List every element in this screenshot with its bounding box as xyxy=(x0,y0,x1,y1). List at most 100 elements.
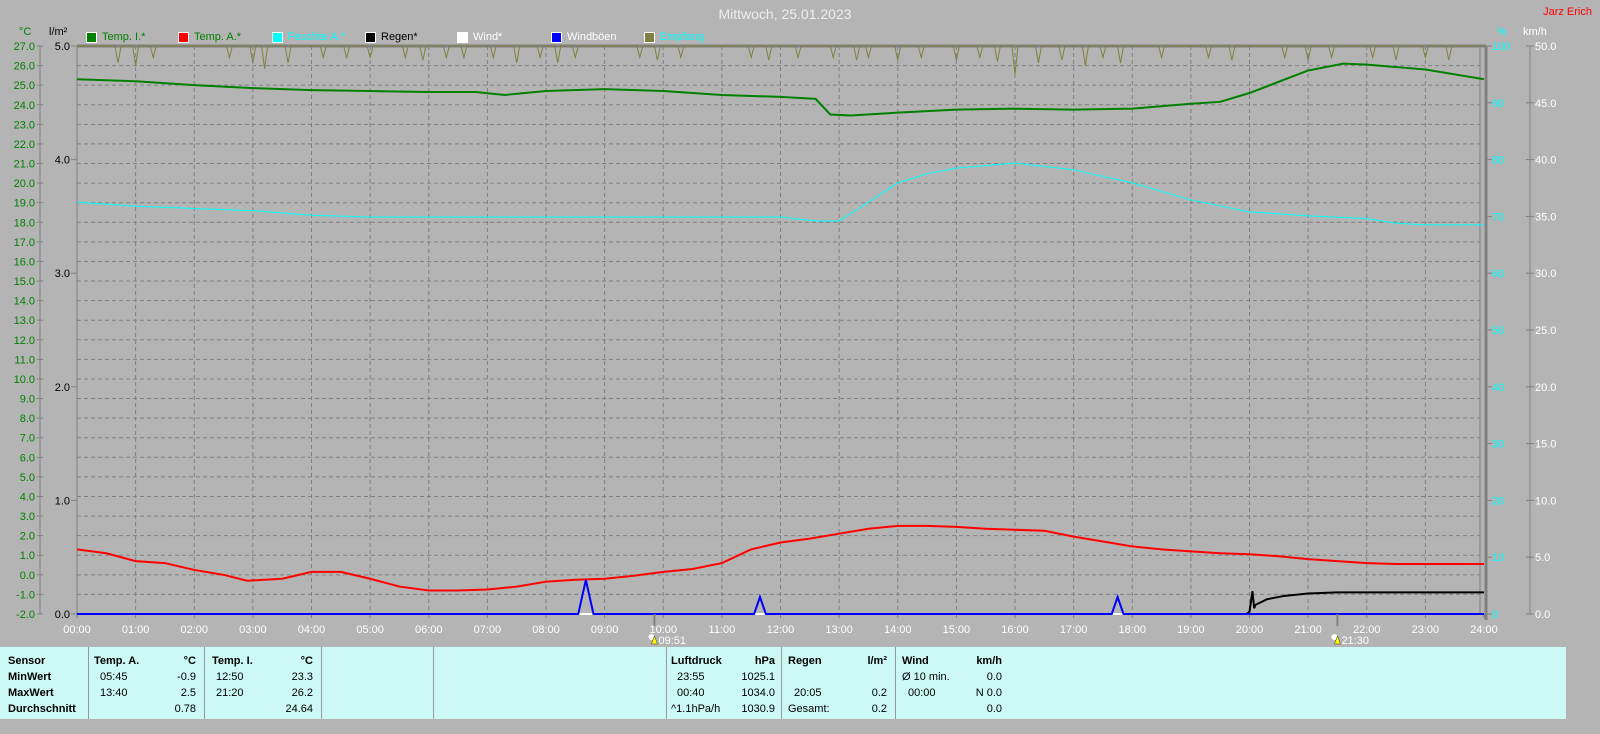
humidity-tick-label: 10 xyxy=(1492,552,1504,564)
wind-tick-label: 10.0 xyxy=(1535,495,1556,507)
temp-tick-label: 9.0 xyxy=(20,394,35,406)
wind-avg: 0.0 xyxy=(986,671,1002,683)
rain-tick-label: 4.0 xyxy=(55,155,70,167)
wind-avg-day: 0.0 xyxy=(986,703,1002,715)
th-temp-a: Temp. A. xyxy=(94,655,140,667)
temp-tick-label: 23.0 xyxy=(14,119,35,131)
regen-total: 0.2 xyxy=(871,703,887,715)
th-sensor: Sensor xyxy=(8,655,46,667)
temp-tick-label: 20.0 xyxy=(14,178,35,190)
temp-a-max-time: 13:40 xyxy=(100,687,128,699)
th-temp-a-unit: °C xyxy=(183,655,196,667)
th-temp-i-unit: °C xyxy=(300,655,313,667)
rain-tick-label: 2.0 xyxy=(55,382,70,394)
rain-tick-label: 1.0 xyxy=(55,495,70,507)
wind-tick-label: 15.0 xyxy=(1535,439,1556,451)
temp-tick-label: 7.0 xyxy=(20,433,35,445)
row-label-max: MaxWert xyxy=(8,687,54,699)
temp-i-avg: 24.64 xyxy=(285,703,313,715)
x-tick-label: 05:00 xyxy=(356,624,384,636)
temp-tick-label: 4.0 xyxy=(20,491,35,503)
regen-max-time: 20:05 xyxy=(794,687,822,699)
x-tick-label: 12:00 xyxy=(767,624,795,636)
humidity-tick-label: 0 xyxy=(1492,609,1498,621)
temp-i-max-time: 21:20 xyxy=(216,687,244,699)
temp-tick-label: 3.0 xyxy=(20,511,35,523)
temp-tick-label: 18.0 xyxy=(14,217,35,229)
luftdruck-min: 1025.1 xyxy=(741,671,775,683)
x-tick-label: 03:00 xyxy=(239,624,267,636)
sunset-time-label: 21:30 xyxy=(1341,635,1369,647)
x-tick-label: 06:00 xyxy=(415,624,443,636)
luftdruck-avg: 1030.9 xyxy=(741,703,775,715)
col-temp-i: Temp. I. °C 12:50 23.3 21:20 26.2 24.64 xyxy=(204,647,322,719)
x-tick-label: 02:00 xyxy=(180,624,208,636)
rain-tick-label: 0.0 xyxy=(55,609,70,621)
x-tick-label: 11:00 xyxy=(709,624,736,636)
humidity-tick-label: 60 xyxy=(1492,268,1504,280)
luftdruck-trend: ^1.1hPa/h xyxy=(671,703,721,715)
humidity-tick-label: 50 xyxy=(1492,325,1504,337)
th-regen: Regen xyxy=(788,655,822,667)
th-wind-unit: km/h xyxy=(976,655,1002,667)
wind-tick-label: 20.0 xyxy=(1535,382,1556,394)
temp-tick-label: 26.0 xyxy=(14,61,35,73)
wind-max-time: 00:00 xyxy=(908,687,936,699)
temp-tick-label: 24.0 xyxy=(14,100,35,112)
temp-tick-label: 15.0 xyxy=(14,276,35,288)
temp-a-min: -0.9 xyxy=(177,671,196,683)
regen-total-label: Gesamt: xyxy=(788,703,830,715)
humidity-tick-label: 20 xyxy=(1492,495,1504,507)
temp-tick-label: 1.0 xyxy=(20,550,35,562)
sunset-icon xyxy=(1331,634,1341,645)
temp-tick-label: 0.0 xyxy=(20,570,35,582)
luftdruck-min-time: 23:55 xyxy=(677,671,705,683)
col-luftdruck: Luftdruck hPa 23:55 1025.1 00:40 1034.0 … xyxy=(667,647,782,719)
wind-max: N 0.0 xyxy=(975,687,1002,699)
col-empty-2 xyxy=(434,647,667,719)
wind-tick-label: 30.0 xyxy=(1535,268,1556,280)
col-sensor: Sensor MinWert MaxWert Durchschnitt xyxy=(0,647,89,719)
col-regen: Regen l/m² 20:05 0.2 Gesamt: 0.2 xyxy=(782,647,896,719)
th-luftdruck-unit: hPa xyxy=(754,655,775,667)
x-tick-label: 15:00 xyxy=(943,624,971,636)
temp-i-min: 23.3 xyxy=(291,671,313,683)
th-temp-i: Temp. I. xyxy=(212,655,253,667)
temp-tick-label: 10.0 xyxy=(14,374,35,386)
temp-a-min-time: 05:45 xyxy=(100,671,128,683)
temp-tick-label: 13.0 xyxy=(14,315,35,327)
col-temp-a: Temp. A. °C 05:45 -0.9 13:40 2.5 0.78 xyxy=(88,647,205,719)
temp-tick-label: 2.0 xyxy=(20,531,35,543)
temp-tick-label: 17.0 xyxy=(14,237,35,249)
temp-a-max: 2.5 xyxy=(180,687,196,699)
x-tick-label: 20:00 xyxy=(1236,624,1264,636)
rain-tick-label: 5.0 xyxy=(55,41,70,53)
x-tick-label: 24:00 xyxy=(1470,624,1498,636)
humidity-tick-label: 80 xyxy=(1492,155,1504,167)
col-empty-1 xyxy=(322,647,434,719)
x-tick-label: 19:00 xyxy=(1177,624,1205,636)
x-tick-label: 07:00 xyxy=(474,624,502,636)
temp-tick-label: 8.0 xyxy=(20,413,35,425)
x-tick-label: 16:00 xyxy=(1001,624,1029,636)
temp-tick-label: 12.0 xyxy=(14,335,35,347)
luftdruck-max-time: 00:40 xyxy=(677,687,705,699)
humidity-tick-label: 30 xyxy=(1492,439,1504,451)
x-tick-label: 08:00 xyxy=(532,624,560,636)
x-tick-label: 23:00 xyxy=(1412,624,1440,636)
temp-tick-label: -1.0 xyxy=(16,589,35,601)
wind-tick-label: 50.0 xyxy=(1535,41,1556,53)
x-tick-label: 04:00 xyxy=(298,624,326,636)
weather-chart: 27.0 26.0 25.0 24.0 23.0 22.0 21.0 20.0 19.0 18.0… xyxy=(14,41,1557,647)
wind-tick-label: 0.0 xyxy=(1535,609,1550,621)
temp-tick-label: -2.0 xyxy=(16,609,35,621)
temp-i-min-time: 12:50 xyxy=(216,671,244,683)
rain-tick-label: 3.0 xyxy=(55,268,70,280)
col-wind: Wind km/h Ø 10 min. 0.0 00:00 N 0.0 0.0 xyxy=(896,647,1010,719)
humidity-tick-label: 70 xyxy=(1492,211,1504,223)
temp-tick-label: 5.0 xyxy=(20,472,35,484)
wind-tick-label: 5.0 xyxy=(1535,552,1550,564)
temp-tick-label: 22.0 xyxy=(14,139,35,151)
th-wind: Wind xyxy=(902,655,929,667)
temp-a-avg: 0.78 xyxy=(174,703,196,715)
